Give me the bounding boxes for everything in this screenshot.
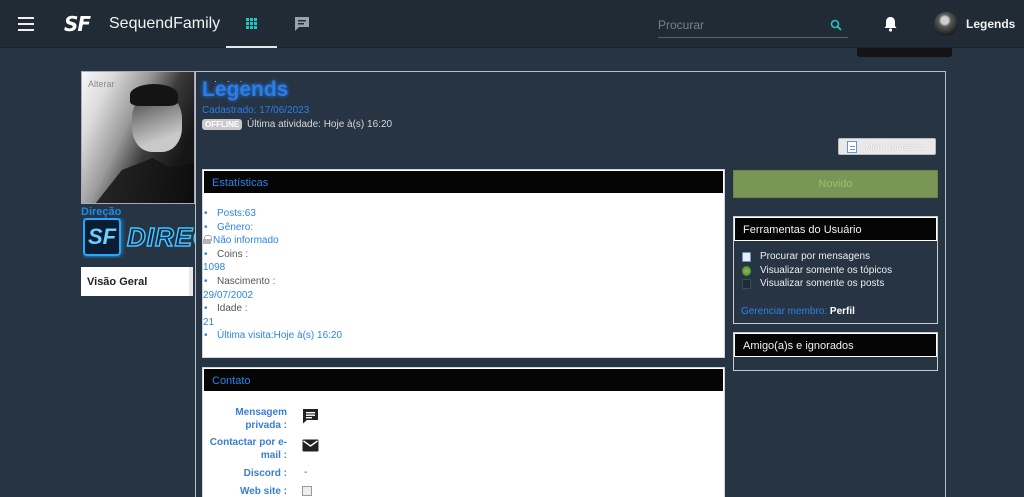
search-input[interactable] — [658, 14, 818, 36]
topics-icon — [742, 265, 751, 276]
email-label: Contactar por e-mail : — [209, 437, 287, 461]
rank-banner: SF DIREÇ — [83, 218, 195, 258]
discord-label: Discord : — [243, 468, 287, 479]
profile-status: OFFLINE Última atividade: Hoje à(s) 16:2… — [202, 119, 392, 130]
contact-box: Contato Mensagem privada : Contactar por… — [202, 367, 725, 497]
coins-value: 1098 — [203, 262, 226, 274]
apps-tab[interactable] — [226, 0, 277, 48]
search-icon[interactable] — [830, 19, 842, 34]
tool-view-posts[interactable]: Visualizar somente os posts — [734, 277, 937, 291]
private-message-label: Mensagem privada : — [235, 407, 287, 431]
stats-box: Estatísticas Posts:63 Gênero: Não inform… — [202, 169, 725, 358]
rank-banner-text: DIREÇ — [126, 221, 195, 253]
manage-profile-link[interactable]: Perfil — [830, 306, 855, 317]
stat-idade: Idade : 21 — [203, 302, 724, 329]
broken-image-icon[interactable] — [302, 486, 312, 496]
gender-icon — [203, 235, 212, 245]
top-right-tab[interactable] — [857, 48, 952, 57]
stat-nascimento: Nascimento : 29/07/2002 — [203, 275, 724, 302]
friends-header[interactable]: Amigo(a)s e ignorados — [734, 333, 937, 357]
grid-icon — [246, 18, 257, 29]
gender-value: Não informado — [213, 235, 279, 247]
posts-count[interactable]: 63 — [245, 208, 256, 219]
top-navigation-bar: SF SequendFamily Legends — [0, 0, 1024, 48]
meu-conteudo-label: Meu Conteúdo — [865, 142, 925, 152]
private-message-icon[interactable] — [302, 408, 319, 427]
chat-icon[interactable] — [294, 16, 310, 35]
birth-value: 29/07/2002 — [203, 289, 254, 301]
search-document-icon — [742, 252, 751, 262]
stat-coins: Coins : 1098 — [203, 248, 724, 275]
tab-visao-geral[interactable]: Visão Geral — [81, 267, 193, 296]
age-value: 21 — [203, 316, 215, 328]
rank-logo: SF — [83, 218, 121, 256]
document-icon — [847, 141, 857, 153]
offline-badge: OFFLINE — [202, 119, 243, 130]
profile-avatar: Alterar — [81, 71, 195, 204]
stat-ultima-visita: Última visita:Hoje à(s) 16:20 — [203, 329, 724, 343]
stats-header: Estatísticas — [203, 170, 724, 194]
stat-posts: Posts:63 — [203, 207, 724, 221]
tool-view-topics[interactable]: Visualizar somente os tópicos — [734, 264, 937, 278]
novidade-button[interactable]: Novido — [733, 170, 938, 198]
stats-list: Posts:63 Gênero: Não informado Coins : 1… — [203, 194, 724, 343]
meu-conteudo-button[interactable]: Meu Conteúdo — [838, 138, 936, 155]
stat-genero: Gênero: Não informado — [203, 221, 724, 248]
contact-header: Contato — [203, 368, 724, 392]
last-activity: Última atividade: Hoje à(s) 16:20 — [247, 119, 393, 130]
website-label: Web site : — [239, 486, 287, 497]
user-menu-name[interactable]: Legends — [966, 17, 1015, 31]
manage-member: Gerenciar membro: Perfil — [741, 306, 855, 317]
friends-box: Amigo(a)s e ignorados — [733, 332, 938, 371]
discord-value: - — [304, 467, 308, 478]
notifications-bell-icon[interactable] — [883, 16, 898, 35]
user-avatar[interactable] — [934, 12, 958, 36]
user-tools-header: Ferramentas do Usuário — [734, 217, 937, 241]
posts-icon — [742, 279, 751, 289]
search-box — [658, 14, 848, 38]
menu-icon[interactable] — [18, 17, 34, 31]
site-name[interactable]: SequendFamily — [109, 15, 220, 33]
site-logo[interactable]: SF — [64, 12, 91, 36]
change-avatar-link[interactable]: Alterar — [88, 79, 115, 89]
user-tools-list: Procurar por mensagens Visualizar soment… — [734, 241, 937, 291]
rank-title: Direção — [81, 206, 122, 218]
tool-search-messages[interactable]: Procurar por mensagens — [734, 250, 937, 264]
email-icon[interactable] — [302, 439, 319, 455]
profile-joined-date: Cadastrado: 17/06/2023 — [202, 105, 310, 116]
user-tools-box: Ferramentas do Usuário Procurar por mens… — [733, 216, 938, 324]
sparkle-icon: · · · — [214, 77, 247, 86]
